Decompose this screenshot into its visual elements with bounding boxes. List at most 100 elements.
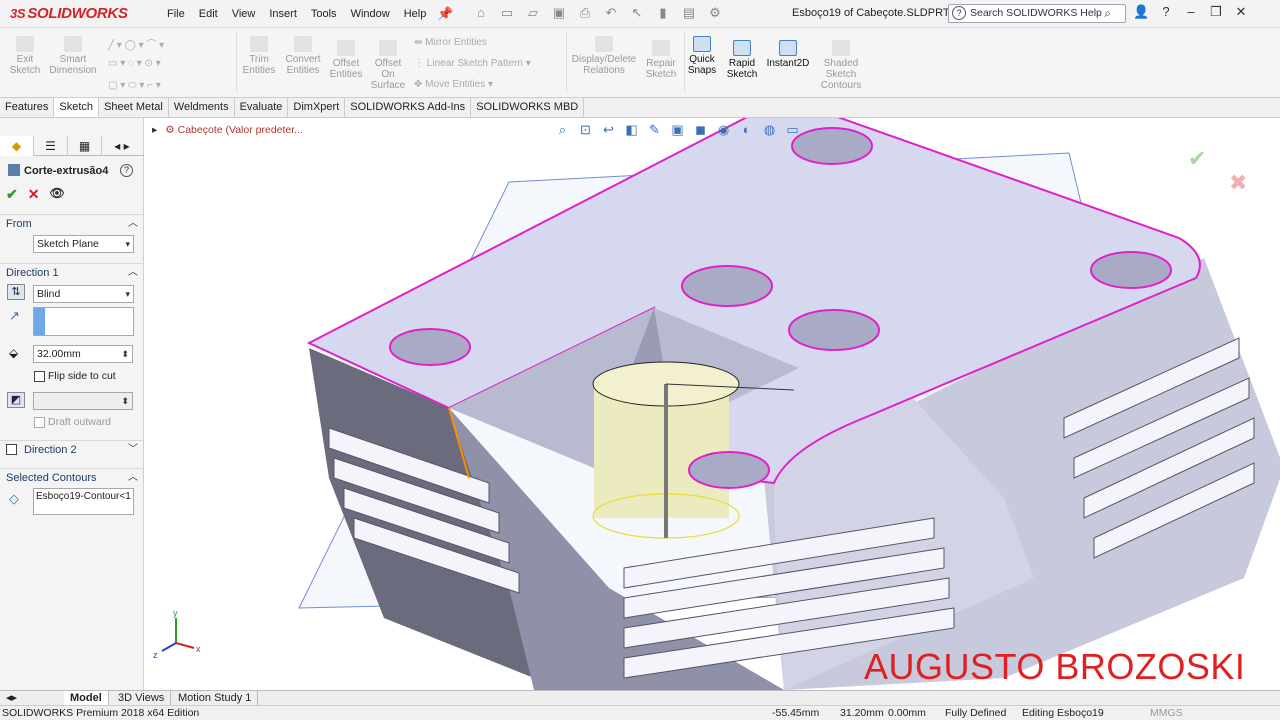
- tab-features[interactable]: Features: [0, 98, 55, 117]
- convert-entities-button[interactable]: Convert Entities: [282, 36, 324, 76]
- selected-contours-header[interactable]: Selected Contours ︿: [0, 468, 144, 486]
- file-properties-icon[interactable]: ▤: [678, 4, 700, 22]
- property-manager-tab-icon[interactable]: ☰: [34, 136, 68, 156]
- direction2-section-header[interactable]: Direction 2 ﹀: [0, 440, 144, 458]
- units-selector[interactable]: MMGS: [1150, 706, 1183, 720]
- end-condition-select[interactable]: Blind ▾: [33, 285, 134, 303]
- model-viewport[interactable]: y x z ✔ ✖: [144, 118, 1280, 690]
- rapid-sketch-button[interactable]: Rapid Sketch: [724, 40, 760, 80]
- display-delete-relations-button[interactable]: Display/Delete Relations: [570, 36, 638, 76]
- previous-view-icon[interactable]: ↩: [600, 122, 617, 139]
- tab-sketch[interactable]: Sketch: [54, 98, 100, 117]
- search-icon[interactable]: ⌕: [1104, 6, 1111, 21]
- menu-tools[interactable]: Tools: [304, 0, 344, 28]
- help-icon[interactable]: ?: [1158, 4, 1174, 20]
- new-document-icon[interactable]: ▭: [496, 4, 518, 22]
- select-icon[interactable]: ↖: [626, 4, 648, 22]
- move-entities-button[interactable]: ✥ Move Entities ▾: [414, 79, 493, 90]
- from-select[interactable]: Sketch Plane ▾: [33, 235, 134, 253]
- menu-file[interactable]: File: [160, 0, 192, 28]
- tab-weldments[interactable]: Weldments: [169, 98, 235, 117]
- menu-window[interactable]: Window: [344, 0, 397, 28]
- expand-chevron-icon[interactable]: ﹀: [128, 441, 138, 459]
- feature-manager-tab-icon[interactable]: ◆: [0, 136, 34, 156]
- section-view-icon[interactable]: ◧: [623, 122, 640, 139]
- apply-scene-icon[interactable]: ◍: [761, 122, 778, 139]
- tab-sheet-metal[interactable]: Sheet Metal: [99, 98, 169, 117]
- home-icon[interactable]: ⌂: [470, 4, 492, 22]
- undo-icon[interactable]: ↶: [600, 4, 622, 22]
- open-icon[interactable]: ▱: [522, 4, 544, 22]
- tab-evaluate[interactable]: Evaluate: [235, 98, 289, 117]
- preview-eye-icon[interactable]: 👁: [49, 186, 64, 203]
- tab-motion-study[interactable]: Motion Study 1: [172, 691, 259, 705]
- selected-contours-list[interactable]: Esboço19-Contour<1: [33, 488, 134, 515]
- ok-check-icon[interactable]: ✔: [6, 186, 18, 203]
- user-icon[interactable]: 👤: [1133, 4, 1149, 20]
- minimize-icon[interactable]: –: [1183, 4, 1199, 20]
- tab-3d-views[interactable]: 3D Views: [112, 691, 172, 705]
- hide-show-icon[interactable]: ◉: [715, 122, 732, 139]
- tab-mbd[interactable]: SOLIDWORKS MBD: [471, 98, 585, 117]
- direction-vector-field[interactable]: [33, 307, 134, 336]
- slot-tool-icon[interactable]: ▢ ▾ ⬭ ▾ ⌐ ▾: [108, 80, 161, 91]
- help-icon[interactable]: ?: [120, 164, 133, 177]
- display-style-icon[interactable]: ◼: [692, 122, 709, 139]
- options-gear-icon[interactable]: ⚙: [704, 4, 726, 22]
- menu-view[interactable]: View: [225, 0, 263, 28]
- draft-angle-input[interactable]: ⬍: [33, 392, 133, 410]
- from-section-header[interactable]: From ︿: [0, 214, 144, 232]
- collapse-chevron-icon[interactable]: ︿: [128, 264, 138, 282]
- expand-arrow-icon[interactable]: ▸: [152, 124, 157, 136]
- rectangle-tool-icon[interactable]: ▭ ▾ ◌ ▾ ⊙ ▾: [108, 58, 161, 69]
- pin-menu-icon[interactable]: 📌: [437, 6, 453, 22]
- spinner-icon[interactable]: ⬍: [121, 346, 129, 362]
- solidworks-logo[interactable]: 3S SOLIDWORKS: [10, 5, 128, 22]
- direction1-section-header[interactable]: Direction 1 ︿: [0, 263, 144, 281]
- feature-tree-flyout[interactable]: ▸ ⚙ Cabeçote (Valor predeter...: [152, 124, 303, 136]
- edit-appearance-icon[interactable]: ◐: [738, 122, 755, 139]
- linear-pattern-button[interactable]: ⋮ Linear Sketch Pattern ▾: [414, 58, 531, 69]
- print-icon[interactable]: ⎙: [574, 4, 596, 22]
- draft-outward-checkbox[interactable]: [34, 417, 45, 428]
- scroll-arrows-icon[interactable]: ◂▸: [0, 691, 20, 705]
- zoom-area-icon[interactable]: ⊡: [577, 122, 594, 139]
- save-icon[interactable]: ▣: [548, 4, 570, 22]
- cancel-x-icon[interactable]: ✕: [28, 186, 40, 203]
- instant2d-button[interactable]: Instant2D: [764, 40, 812, 69]
- quick-snaps-button[interactable]: Quick Snaps: [686, 36, 718, 76]
- tab-dimxpert[interactable]: DimXpert: [288, 98, 346, 117]
- tab-addins[interactable]: SOLIDWORKS Add-Ins: [345, 98, 472, 117]
- view-settings-icon[interactable]: ▭: [784, 122, 801, 139]
- line-tool-icon[interactable]: ╱ ▾ ◯ ▾ ⌒ ▾: [108, 36, 164, 51]
- collapse-chevron-icon[interactable]: ︿: [128, 469, 138, 487]
- confirm-ok-icon[interactable]: ✔: [1188, 146, 1206, 171]
- configuration-manager-tab-icon[interactable]: ▦: [68, 136, 102, 156]
- confirm-cancel-icon[interactable]: ✖: [1229, 170, 1247, 195]
- exit-sketch-button[interactable]: Exit Sketch: [8, 36, 42, 76]
- menu-edit[interactable]: Edit: [192, 0, 225, 28]
- depth-input[interactable]: 32.00mm ⬍: [33, 345, 133, 363]
- offset-on-surface-button[interactable]: Offset On Surface: [368, 40, 408, 91]
- restore-icon[interactable]: ❐: [1208, 4, 1224, 20]
- rebuild-icon[interactable]: ▮: [652, 4, 674, 22]
- draft-icon[interactable]: ◩: [7, 392, 25, 408]
- collapse-chevron-icon[interactable]: ︿: [128, 215, 138, 233]
- menu-help[interactable]: Help: [397, 0, 434, 28]
- graphics-area[interactable]: y x z ✔ ✖ ▸ ⚙ Cabeçote (Valor predeter...…: [144, 118, 1280, 690]
- mirror-entities-button[interactable]: ⇹ Mirror Entities: [414, 37, 487, 48]
- offset-entities-button[interactable]: Offset Entities: [326, 40, 366, 80]
- direction2-checkbox[interactable]: [6, 444, 17, 455]
- tab-scroll-arrows-icon[interactable]: ◂ ▸: [102, 136, 142, 156]
- close-icon[interactable]: ✕: [1233, 4, 1249, 20]
- search-help-input[interactable]: ? Search SOLIDWORKS Help ⌕: [948, 4, 1126, 23]
- reverse-direction-icon[interactable]: ⇅: [7, 284, 25, 300]
- view-orientation-icon[interactable]: ▣: [669, 122, 686, 139]
- flip-side-checkbox[interactable]: [34, 371, 45, 382]
- dynamic-annotation-icon[interactable]: ✎: [646, 122, 663, 139]
- menu-insert[interactable]: Insert: [262, 0, 304, 28]
- shaded-sketch-contours-button[interactable]: Shaded Sketch Contours: [816, 40, 866, 91]
- smart-dimension-button[interactable]: Smart Dimension: [46, 36, 100, 76]
- tab-model[interactable]: Model: [64, 691, 109, 705]
- trim-entities-button[interactable]: Trim Entities: [240, 36, 278, 76]
